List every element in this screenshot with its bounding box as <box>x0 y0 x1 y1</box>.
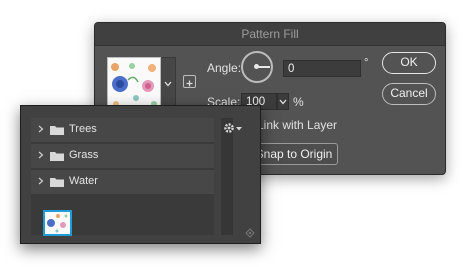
link-with-layer-label: Link with Layer <box>257 118 338 132</box>
angle-input[interactable]: 0 <box>283 60 361 77</box>
pattern-list: Trees Grass Water <box>31 118 214 236</box>
chevron-right-icon[interactable] <box>37 175 45 187</box>
floral-pattern-thumbnail <box>47 214 68 233</box>
folder-icon <box>50 126 64 135</box>
folder-icon <box>50 152 64 161</box>
pattern-group-trees[interactable]: Trees <box>31 118 214 143</box>
chevron-down-icon <box>279 99 287 104</box>
pattern-dropdown-button[interactable] <box>161 57 176 111</box>
percent-symbol: % <box>293 95 304 109</box>
angle-label: Angle: <box>207 61 242 75</box>
group-label: Grass <box>69 149 99 161</box>
chevron-down-icon[interactable] <box>236 127 242 131</box>
dialog-title: Pattern Fill <box>95 23 445 46</box>
create-preset-button[interactable] <box>183 75 196 88</box>
scale-dropdown-button[interactable] <box>277 93 289 110</box>
snap-to-origin-button[interactable]: Snap to Origin <box>250 143 338 165</box>
chevron-down-icon <box>164 81 172 87</box>
floral-pattern-image <box>111 63 157 107</box>
resize-grip-icon[interactable] <box>245 228 255 238</box>
pattern-preview[interactable] <box>107 57 161 111</box>
angle-dial[interactable] <box>241 51 273 83</box>
pattern-list-scrollbar[interactable] <box>221 118 233 235</box>
pattern-group-grass[interactable]: Grass <box>31 144 214 169</box>
pattern-swatch-selected[interactable] <box>43 210 72 236</box>
pattern-group-water[interactable]: Water <box>31 170 214 195</box>
group-label: Water <box>69 175 98 187</box>
ok-button[interactable]: OK <box>382 52 436 74</box>
plus-icon <box>186 80 193 87</box>
chevron-right-icon[interactable] <box>37 123 45 135</box>
pattern-picker-panel: Trees Grass Water <box>20 105 261 244</box>
cancel-button[interactable]: Cancel <box>382 83 436 105</box>
chevron-right-icon[interactable] <box>37 149 45 161</box>
group-label: Trees <box>69 123 97 135</box>
folder-icon <box>50 178 64 187</box>
gear-icon[interactable] <box>223 122 235 134</box>
degree-symbol: ° <box>364 57 369 69</box>
